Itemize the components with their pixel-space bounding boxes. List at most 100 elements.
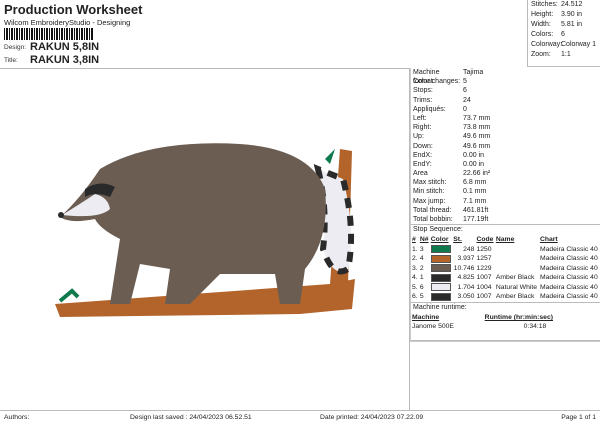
machine-row: Min stitch: 0.1 mm xyxy=(411,187,600,196)
machine-row: Max jump: 7.1 mm xyxy=(411,197,600,206)
stop-color xyxy=(430,254,452,264)
color-swatch xyxy=(430,264,451,273)
stop-chart: Madeira Classic 40 xyxy=(539,283,598,291)
machine-row: Trims: 24 xyxy=(411,96,600,105)
stop-n: 1. xyxy=(412,245,418,253)
machine-label: Total bobbin: xyxy=(413,216,453,223)
stop-color xyxy=(430,292,452,302)
info-panel: Machine format: Tajima Color changes: 5 Stop… xyxy=(410,68,600,342)
stat-value: 1:1 xyxy=(561,51,571,58)
machine-label: Total thread: xyxy=(413,206,452,214)
stop-header: St. xyxy=(453,236,462,244)
machine-label: Area xyxy=(413,170,428,178)
machine-label: Max stitch: xyxy=(413,179,447,187)
stop-header: # xyxy=(412,236,416,244)
machine-row: Color changes: 5 xyxy=(411,77,600,86)
stat-label: Colors: xyxy=(531,31,554,38)
stop-row: 4. 1 4.825 1007 Amber Black Madeira Classic 4… xyxy=(411,273,600,283)
machine-label: Left: xyxy=(413,114,427,122)
machine-value: 461.81ft xyxy=(463,206,489,214)
machine-value: 22.66 in² xyxy=(463,170,491,178)
stat-value: 3.90 in xyxy=(561,11,583,18)
machine-value: 0.00 in xyxy=(463,151,485,159)
stop-nn: 3 xyxy=(419,245,424,253)
stop-stitches: 10.746 xyxy=(453,264,475,272)
machine-label: Up: xyxy=(413,133,424,141)
app-subtitle: Wilcom EmbroideryStudio - Designing xyxy=(4,18,131,27)
stop-code: 1257 xyxy=(476,255,492,263)
machine-row: Total bobbin: 177.19ft xyxy=(411,215,600,224)
stat-label: Colorway: xyxy=(531,41,563,48)
stat-label: Stitches: xyxy=(531,1,558,8)
stop-nn: 4 xyxy=(419,255,424,263)
stop-nn: 5 xyxy=(419,293,424,301)
machine-value: 5 xyxy=(463,78,467,86)
machine-label: Trims: xyxy=(413,96,433,104)
stop-header: N# xyxy=(419,236,429,244)
footer: Authors: Design last saved : 24/04/2023 … xyxy=(0,410,600,424)
machine-value: 49.6 mm xyxy=(463,133,491,141)
machine-row: Total thread: 461.81ft xyxy=(411,206,600,215)
stop-sequence-label: Stop Sequence: xyxy=(413,226,463,234)
stat-label: Zoom: xyxy=(531,51,551,58)
stop-header: Color xyxy=(430,236,449,244)
stop-stitches: 1.704 xyxy=(457,283,475,291)
machine-label: Max jump: xyxy=(413,197,446,205)
design-name: RAKUN 5,8IN xyxy=(30,41,100,53)
stop-chart: Madeira Classic 40 xyxy=(539,255,598,263)
machine-value: 0.1 mm xyxy=(463,188,487,196)
runtime-header-time: Runtime (hr:min:sec) xyxy=(484,313,554,321)
stat-row: Stitches: 24.512 xyxy=(528,0,600,10)
machine-row: Appliqués: 0 xyxy=(411,105,600,114)
design-preview xyxy=(0,68,410,410)
color-swatch xyxy=(430,273,451,282)
stat-value: Colorway 1 xyxy=(561,41,597,48)
design-stats: Stitches: 24.512 Height: 3.90 in Width: 5.81 … xyxy=(527,0,600,67)
stop-nn: 2 xyxy=(419,264,424,272)
stat-row: Width: 5.81 in xyxy=(528,20,600,30)
machine-info: Machine format: Tajima Color changes: 5 Stop… xyxy=(411,68,600,224)
stop-header: Name xyxy=(495,236,515,244)
stop-row: 1. 3 248 1250 Madeira Classic 40 xyxy=(411,245,600,255)
machine-row: Machine format: Tajima xyxy=(411,68,600,86)
stop-header: Code xyxy=(476,236,494,244)
stop-row: 5. 6 1.704 1004 Natural White Madeira Classic… xyxy=(411,283,600,293)
color-swatch xyxy=(430,283,451,292)
stop-code: 1250 xyxy=(476,245,492,253)
machine-value: 0.00 in xyxy=(463,160,485,168)
stop-color xyxy=(430,245,452,255)
runtime-table: Machine Runtime (hr:min:sec) Janome 500E 0… xyxy=(411,313,600,332)
machine-row: Area 22.66 in² xyxy=(411,169,600,178)
stop-nn: 6 xyxy=(419,283,424,291)
worksheet-title: Production Worksheet xyxy=(4,2,143,17)
stop-chart: Madeira Classic 40 xyxy=(539,293,598,301)
stop-n: 4. xyxy=(412,274,418,282)
machine-label: Down: xyxy=(413,142,433,150)
stop-row: 3. 2 10.746 1229 Madeira Classic 40 xyxy=(411,264,600,274)
stat-row: Height: 3.90 in xyxy=(528,10,600,20)
machine-label: Machine format: xyxy=(413,69,440,86)
stop-chart: Madeira Classic 40 xyxy=(539,245,598,253)
runtime-label: Machine runtime: xyxy=(413,303,467,311)
stop-stitches: 3.050 xyxy=(457,293,475,301)
stop-stitches: 4.825 xyxy=(457,274,475,282)
machine-value: 7.1 mm xyxy=(463,197,487,205)
design-title: RAKUN 3,8IN xyxy=(30,54,100,66)
design-label: Design: xyxy=(4,44,27,51)
stop-color xyxy=(430,273,452,283)
footer-printed: Date printed: 24/04/2023 07.22.09 xyxy=(320,414,424,421)
stop-name: Amber Black xyxy=(495,274,535,282)
stop-name: Amber Black xyxy=(495,293,535,301)
stat-row: Colors: 6 xyxy=(528,30,600,40)
stop-sequence-table: # N# Color St. Code Name Chart 1. 3 248 1250 Madeir… xyxy=(411,235,600,302)
machine-row: Left: 73.7 mm xyxy=(411,114,600,123)
machine-value: 49.6 mm xyxy=(463,142,491,150)
machine-label: EndX: xyxy=(413,151,433,159)
stop-n: 5. xyxy=(412,283,418,291)
machine-label: Color changes: xyxy=(413,78,461,86)
stop-chart: Madeira Classic 40 xyxy=(539,264,598,272)
stop-name xyxy=(495,254,539,264)
stop-code: 1004 xyxy=(476,283,492,291)
stop-code: 1229 xyxy=(476,264,492,272)
machine-row: EndY: 0.00 in xyxy=(411,160,600,169)
